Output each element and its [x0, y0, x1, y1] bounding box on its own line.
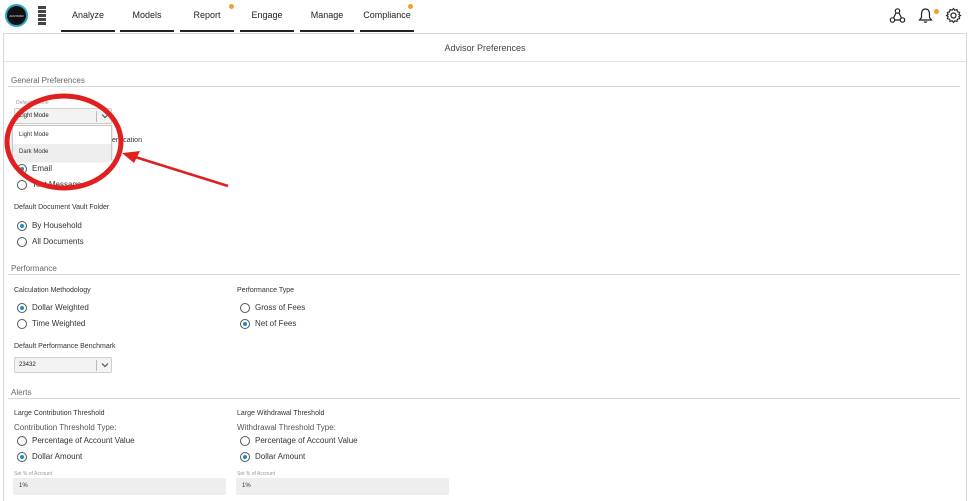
nav-engage-label: Engage	[251, 10, 283, 20]
theme-dropdown-menu: Light Mode Dark Mode	[12, 125, 112, 161]
withdrawal-threshold-value: 1%	[242, 483, 251, 489]
withdrawal-set-label: Set % of Account	[237, 471, 276, 477]
theme-select[interactable]: Light Mode	[14, 108, 112, 124]
chevron-down-icon[interactable]	[99, 110, 111, 122]
benchmark-select[interactable]: 23432	[14, 357, 112, 373]
chevron-down-icon[interactable]	[99, 359, 111, 371]
nav-manage-label: Manage	[310, 10, 344, 20]
withdrawal-option-percentage[interactable]: Percentage of Account Value	[240, 435, 430, 447]
theme-option-dark[interactable]: Dark Mode	[13, 144, 111, 161]
radio-button[interactable]	[240, 303, 250, 313]
select-separator	[96, 360, 97, 371]
withdrawal-threshold-input[interactable]: 1%	[236, 478, 449, 495]
auth-option-email[interactable]: Email	[17, 163, 137, 175]
performance-title: Performance	[11, 264, 57, 273]
withdrawal-label: Large Withdrawal Threshold	[237, 410, 325, 417]
nav-report[interactable]: Report	[180, 0, 234, 32]
general-preferences-title: General Preferences	[11, 76, 85, 85]
type-option-gross[interactable]: Gross of Fees	[240, 302, 390, 314]
nav-analyze[interactable]: Analyze	[61, 0, 115, 32]
benchmark-label: Default Performance Benchmark	[14, 343, 116, 350]
auth-option-text-label: Text Message	[32, 180, 82, 189]
general-divider	[8, 86, 960, 87]
page-title: Advisor Preferences	[444, 43, 526, 53]
contribution-type-label: Contribution Threshold Type:	[14, 423, 117, 432]
theme-option-light[interactable]: Light Mode	[13, 127, 111, 144]
tower-logo-icon	[38, 6, 46, 26]
auth-option-text[interactable]: Text Message	[17, 179, 137, 191]
nav-report-label: Report	[193, 10, 221, 20]
withdrawal-option-percentage-label: Percentage of Account Value	[255, 436, 358, 445]
radio-button[interactable]	[240, 452, 250, 462]
nav-engage[interactable]: Engage	[240, 0, 294, 32]
top-navigation-bar: ADVISOR Analyze Models Report Engage Man…	[0, 0, 970, 32]
network-icon[interactable]	[889, 7, 906, 24]
vault-label: Default Document Vault Folder	[14, 204, 110, 211]
nav-models-label: Models	[132, 10, 162, 20]
alerts-title: Alerts	[11, 388, 32, 397]
nav-manage[interactable]: Manage	[300, 0, 354, 32]
performance-type-label: Performance Type	[237, 287, 295, 294]
calc-option-time-label: Time Weighted	[32, 319, 86, 328]
calc-option-dollar-label: Dollar Weighted	[32, 303, 89, 312]
radio-button[interactable]	[17, 221, 27, 231]
vault-option-household[interactable]: By Household	[17, 220, 137, 232]
contribution-option-dollar-label: Dollar Amount	[32, 452, 83, 461]
radio-button[interactable]	[17, 319, 27, 329]
contribution-option-percentage-label: Percentage of Account Value	[32, 436, 135, 445]
gear-icon[interactable]	[945, 7, 962, 24]
nav-compliance[interactable]: Compliance	[360, 0, 414, 32]
contribution-threshold-value: 1%	[19, 483, 28, 489]
select-separator	[96, 111, 97, 122]
withdrawal-type-label: Withdrawal Threshold Type:	[237, 423, 336, 432]
radio-button[interactable]	[240, 436, 250, 446]
type-option-net-label: Net of Fees	[255, 319, 297, 328]
performance-divider	[8, 274, 960, 275]
withdrawal-option-dollar[interactable]: Dollar Amount	[240, 451, 430, 463]
bell-notification-dot	[934, 9, 939, 14]
theme-option-light-label: Light Mode	[19, 132, 49, 138]
compliance-notification-dot	[408, 4, 413, 9]
vault-option-all[interactable]: All Documents	[17, 236, 137, 248]
vault-option-household-label: By Household	[32, 221, 82, 230]
bell-icon[interactable]	[917, 7, 934, 24]
contribution-option-dollar[interactable]: Dollar Amount	[17, 451, 207, 463]
logo-text: ADVISOR	[9, 14, 24, 18]
theme-option-dark-label: Dark Mode	[19, 149, 49, 155]
radio-button[interactable]	[240, 319, 250, 329]
title-divider	[4, 61, 966, 62]
radio-button[interactable]	[17, 180, 27, 190]
radio-button[interactable]	[17, 237, 27, 247]
type-option-net[interactable]: Net of Fees	[240, 318, 390, 330]
theme-selected-value: Light Mode	[19, 113, 49, 119]
theme-label: Default Theme	[16, 100, 49, 106]
withdrawal-option-dollar-label: Dollar Amount	[255, 452, 306, 461]
radio-button[interactable]	[17, 164, 27, 174]
authentication-label: entication	[112, 137, 142, 144]
preferences-panel: Advisor Preferences	[3, 33, 967, 501]
nav-analyze-label: Analyze	[71, 10, 105, 20]
contribution-label: Large Contribution Threshold	[14, 410, 105, 417]
radio-button[interactable]	[17, 452, 27, 462]
auth-option-email-label: Email	[32, 164, 53, 173]
radio-button[interactable]	[17, 303, 27, 313]
contribution-option-percentage[interactable]: Percentage of Account Value	[17, 435, 207, 447]
vault-option-all-label: All Documents	[32, 237, 84, 246]
calculation-label: Calculation Methodology	[14, 287, 91, 294]
nav-models[interactable]: Models	[120, 0, 174, 32]
calc-option-dollar[interactable]: Dollar Weighted	[17, 302, 167, 314]
benchmark-value: 23432	[19, 362, 36, 368]
report-notification-dot	[229, 4, 234, 9]
radio-button[interactable]	[17, 436, 27, 446]
calc-option-time[interactable]: Time Weighted	[17, 318, 167, 330]
contribution-threshold-input[interactable]: 1%	[13, 478, 226, 495]
alerts-divider	[8, 398, 960, 399]
contribution-set-label: Set % of Account	[14, 471, 53, 477]
nav-compliance-label: Compliance	[363, 10, 411, 20]
advisor-logo[interactable]: ADVISOR	[5, 4, 28, 27]
type-option-gross-label: Gross of Fees	[255, 303, 306, 312]
